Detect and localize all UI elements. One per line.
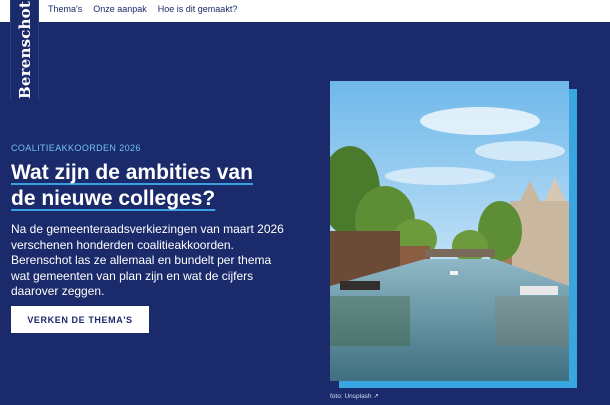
canal-photo-illustration	[330, 81, 569, 381]
logo-text: Berenschot	[15, 1, 34, 99]
explore-themes-button[interactable]: VERKEN DE THEMA'S	[11, 306, 149, 333]
headline-line-2: de nieuwe colleges?	[11, 187, 216, 210]
hero-photo	[330, 81, 569, 381]
headline-line-1: Wat zijn de ambities van	[11, 161, 253, 184]
nav-link-onze-aanpak[interactable]: Onze aanpak	[93, 4, 147, 14]
hero-headline: Wat zijn de ambities van de nieuwe colle…	[11, 160, 281, 212]
photo-credit[interactable]: foto: Unsplash ↗	[330, 392, 379, 400]
nav-link-hoe-is-dit-gemaakt[interactable]: Hoe is dit gemaakt?	[158, 4, 238, 14]
main-nav: Thema's Onze aanpak Hoe is dit gemaakt?	[48, 4, 237, 14]
hero-eyebrow: COALITIEAKKOORDEN 2026	[11, 143, 141, 153]
nav-link-themas[interactable]: Thema's	[48, 4, 82, 14]
berenschot-logo[interactable]: Berenschot	[10, 0, 39, 100]
top-navigation-bar: Thema's Onze aanpak Hoe is dit gemaakt?	[0, 0, 610, 22]
hero-description: Na de gemeenteraadsverkiezingen van maar…	[11, 222, 284, 298]
